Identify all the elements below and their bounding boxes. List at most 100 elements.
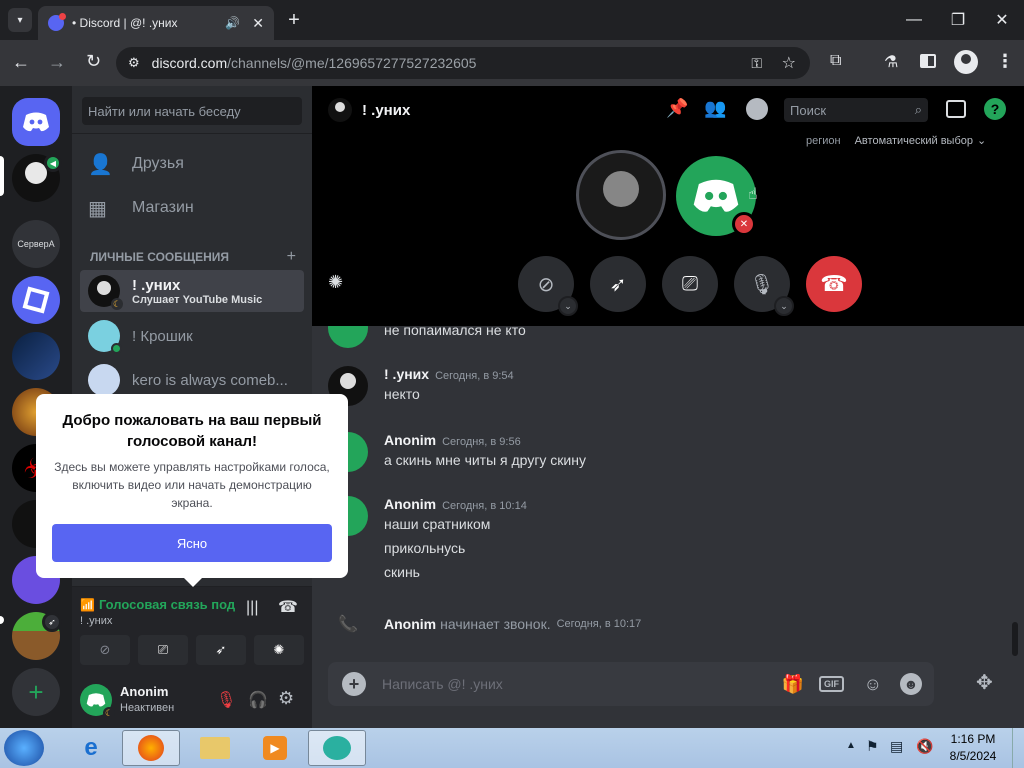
user-name: Anonim (120, 684, 169, 699)
message-text: наши сратником (384, 516, 491, 532)
nav-friends[interactable]: 👤 Друзья (80, 142, 304, 186)
disconnect-icon[interactable]: ☎ (278, 597, 298, 617)
address-bar[interactable]: ⚙ discord.com /channels/@me/126965727752… (116, 47, 810, 79)
user-avatar[interactable]: ☾ (80, 684, 115, 719)
message-author[interactable]: Anonim (384, 432, 436, 448)
screen-share-icon: ⎚ (682, 272, 698, 295)
server-servera[interactable]: СерверА (12, 220, 60, 268)
bookmark-star-icon[interactable]: ☆ (782, 53, 796, 73)
chevron-down-icon[interactable]: ⌄ (558, 296, 578, 316)
server-roblox[interactable] (12, 276, 60, 324)
emoji-icon[interactable]: ☻ (900, 673, 922, 695)
nav-shop[interactable]: ▦ Магазин (80, 186, 304, 230)
speaker-icon[interactable]: 🔊 (225, 16, 240, 30)
activity-launch-button[interactable]: ➶ (590, 256, 646, 312)
region-label: регион (806, 134, 841, 147)
message-author[interactable]: ! .уних (384, 366, 429, 382)
headphones-icon[interactable]: 🎧 (248, 690, 268, 710)
media-player-icon[interactable]: ▶ (246, 730, 304, 766)
app-icon[interactable] (308, 730, 366, 766)
new-tab-button[interactable]: + (282, 8, 306, 32)
inbox-icon[interactable] (946, 100, 966, 118)
close-tab-icon[interactable]: ✕ (252, 15, 264, 32)
volume-muted-icon[interactable]: 🔇 (916, 738, 933, 755)
extensions-icon[interactable]: ⧉ (830, 52, 841, 70)
apps-icon[interactable]: ✥ (976, 670, 993, 695)
back-icon[interactable]: ← (12, 52, 30, 73)
server-two[interactable] (12, 332, 60, 380)
tray-expand-icon[interactable]: ▲ (846, 740, 856, 751)
participant-avatar[interactable] (576, 150, 666, 240)
flag-icon[interactable]: ⚑ (866, 738, 879, 755)
browser-tab[interactable]: • Discord | @! .уних 🔊 ✕ (38, 6, 274, 40)
message-author[interactable]: Anonim (384, 496, 436, 512)
avatar (328, 326, 368, 348)
noise-suppression-icon[interactable]: ||| (246, 599, 258, 617)
clock[interactable]: 1:16 PM 8/5/2024 (946, 732, 1000, 763)
menu-icon[interactable]: ⋮ (996, 51, 1014, 72)
pin-icon[interactable]: 📌 (666, 98, 688, 119)
user-profile-icon[interactable] (746, 98, 768, 120)
minimize-button[interactable]: — (892, 0, 936, 40)
network-icon[interactable]: ▤ (890, 738, 903, 755)
dm-main: ! .уних 📌 👥 Поиск ⌕ ? регион Автоматичес… (312, 86, 1024, 728)
popout-icon[interactable]: ✺ (328, 272, 343, 293)
create-dm-icon[interactable]: + (287, 248, 296, 266)
chevron-down-icon[interactable]: ⌄ (774, 296, 794, 316)
header-search-input[interactable]: Поиск ⌕ (784, 98, 928, 122)
message-group: не попаимался не кто (328, 326, 1008, 348)
direct-messages-home-icon[interactable] (12, 98, 60, 146)
ie-icon[interactable]: e (62, 730, 120, 766)
reload-icon[interactable]: ↻ (86, 51, 101, 72)
start-button[interactable] (4, 730, 44, 766)
close-window-button[interactable]: ✕ (980, 0, 1024, 40)
attach-plus-icon[interactable]: + (342, 672, 366, 696)
user-panel: ☾ Anonim Неактивен 🎙 🎧 ⚙ (72, 672, 312, 728)
show-desktop-button[interactable] (1012, 728, 1024, 768)
scrollbar[interactable] (1012, 622, 1018, 656)
voice-status[interactable]: Голосовая связь под (99, 597, 235, 612)
activity-button[interactable]: ➶ (196, 635, 246, 665)
call-author[interactable]: Anonim (384, 616, 436, 632)
dm-item-active[interactable]: ☾ ! .уних Слушает YouTube Music (80, 270, 304, 312)
sticker-icon[interactable]: ☺ (864, 674, 882, 695)
message-composer[interactable]: + Написать @! .уних 🎁 GIF ☺ ☻ (328, 662, 934, 706)
camera-toggle-button[interactable]: ⊘ ⌄ (518, 256, 578, 316)
gift-icon[interactable]: 🎁 (782, 674, 804, 695)
key-icon[interactable]: ⚿ (751, 55, 762, 72)
add-server-icon[interactable]: + (12, 668, 60, 716)
hang-up-button[interactable]: ☎ (806, 256, 862, 312)
screen-share-button[interactable]: ⎚ (138, 635, 188, 665)
message-group: Anonim Сегодня, в 10:14 наши сратником пр… (328, 496, 1008, 580)
mic-toggle-button[interactable]: 🎙 ⌄ (734, 256, 794, 316)
popup-ok-button[interactable]: Ясно (52, 524, 332, 562)
message-text: прикольнусь (384, 540, 466, 556)
browser-tab-bar: ▾ • Discord | @! .уних 🔊 ✕ + — ❐ ✕ (0, 0, 1024, 40)
mute-icon[interactable]: 🎙 (216, 690, 236, 710)
help-icon[interactable]: ? (984, 98, 1006, 120)
firefox-icon[interactable] (122, 730, 180, 766)
share-screen-button[interactable]: ⎚ (662, 256, 718, 312)
gif-button[interactable]: GIF (819, 676, 844, 692)
profile-icon[interactable] (954, 50, 978, 74)
dm-name: ! .уних (132, 276, 181, 294)
add-friend-icon[interactable]: 👥 (704, 98, 726, 119)
dm-search-input[interactable]: Найти или начать беседу (82, 97, 302, 125)
forward-icon[interactable]: → (48, 52, 66, 73)
camera-off-button[interactable]: ⊘ (80, 635, 130, 665)
side-panel-icon[interactable] (920, 54, 936, 68)
explorer-icon[interactable] (186, 730, 244, 766)
clock-time: 1:16 PM (950, 732, 996, 746)
message-time: Сегодня, в 9:56 (442, 436, 521, 448)
labs-icon[interactable]: ⚗ (884, 52, 898, 72)
region-select[interactable]: Автоматический выбор (855, 135, 973, 147)
soundboard-button[interactable]: ✺ (254, 635, 304, 665)
dm-item[interactable]: ! Крошик (80, 314, 304, 358)
header-avatar (328, 98, 352, 122)
settings-gear-icon[interactable]: ⚙ (278, 688, 294, 709)
tab-search-icon[interactable]: ▾ (8, 8, 32, 32)
voice-active-icon: ◀ (44, 154, 62, 172)
shop-icon: ▦ (88, 197, 107, 220)
site-info-icon[interactable]: ⚙ (128, 55, 140, 71)
maximize-button[interactable]: ❐ (936, 0, 980, 40)
